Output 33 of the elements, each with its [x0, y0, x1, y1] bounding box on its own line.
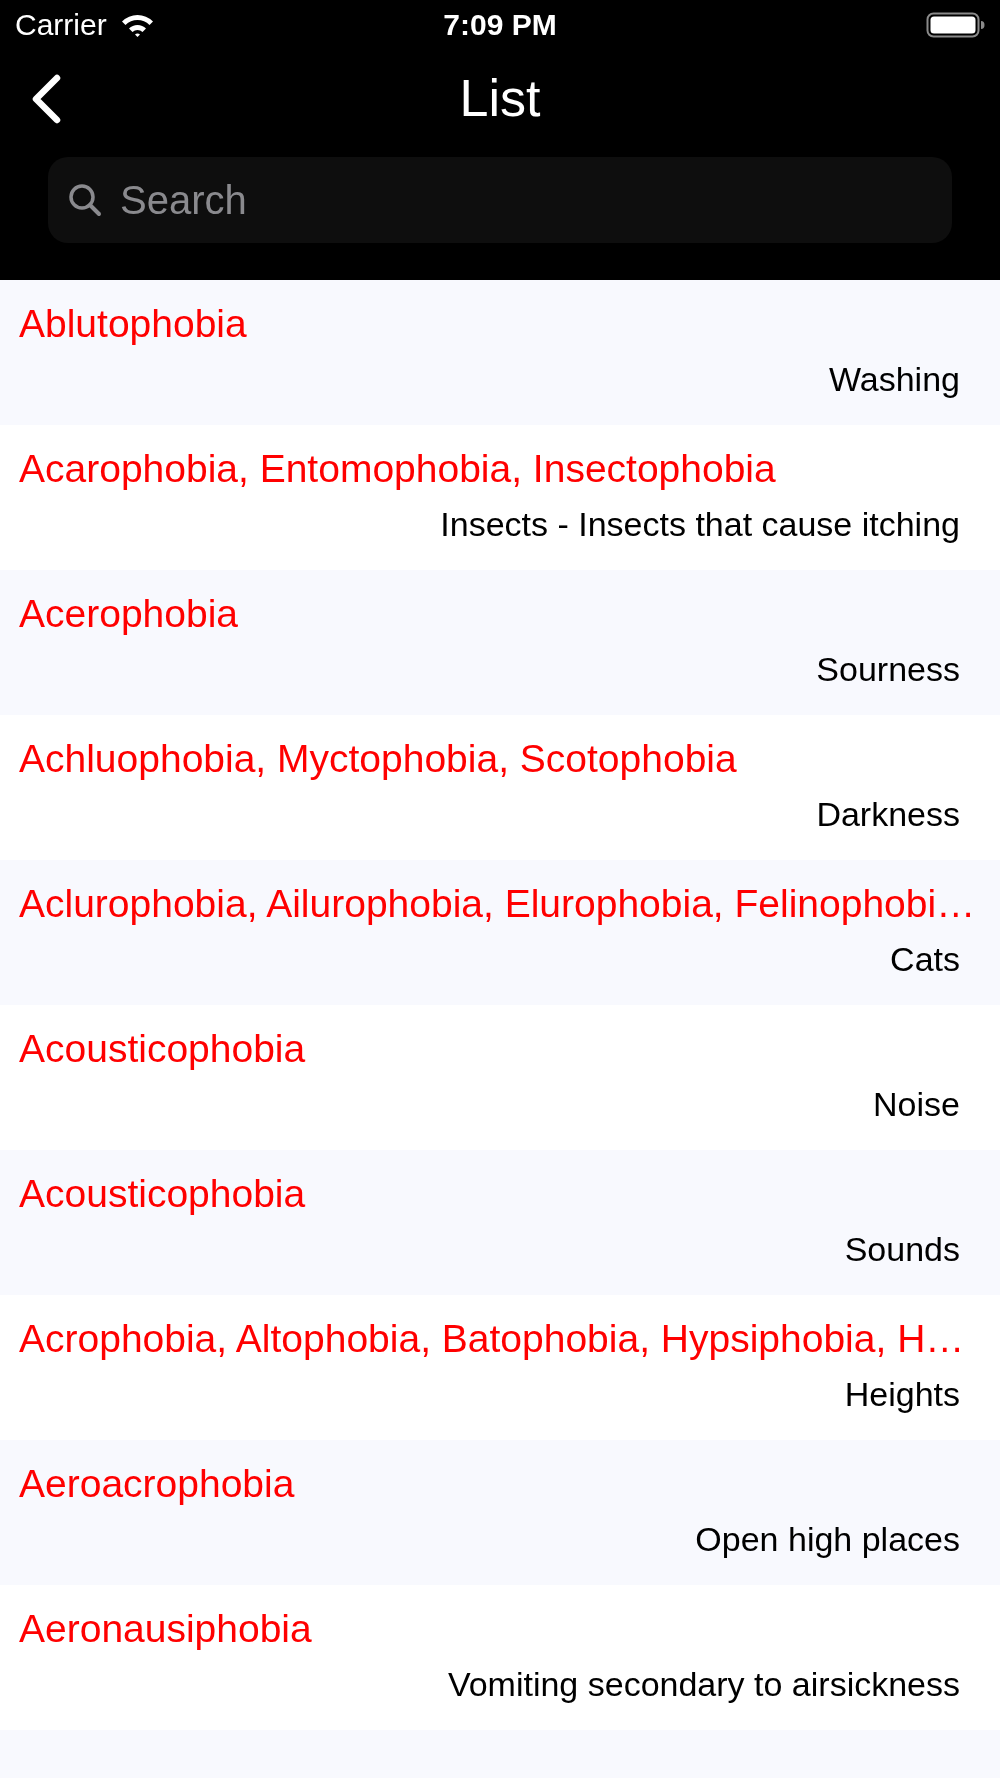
list-row[interactable]: Acerophobia Sourness — [0, 570, 1000, 715]
phobia-name: Acousticophobia — [19, 1171, 306, 1217]
search-field[interactable]: Search — [48, 157, 952, 243]
phobia-name: Ablutophobia — [19, 301, 247, 347]
phobia-meaning: Open high places — [695, 1519, 960, 1559]
phobia-meaning: Sourness — [816, 649, 960, 689]
list-row[interactable]: Ablutophobia Washing — [0, 280, 1000, 425]
phobia-meaning: Sounds — [844, 1229, 960, 1269]
phobia-name: Aclurophobia, Ailurophobia, Elurophobia, Felinophobi… — [19, 881, 976, 927]
list-row[interactable]: Acousticophobia Sounds — [0, 1150, 1000, 1295]
phobia-name: Achluophobia, Myctophobia, Scotophobia — [19, 736, 737, 782]
phobia-name: Acerophobia — [19, 591, 238, 637]
phobia-meaning: Heights — [844, 1374, 960, 1414]
wifi-icon — [120, 13, 154, 37]
list-row[interactable]: Aclurophobia, Ailurophobia, Elurophobia, Felinophobi… Cats — [0, 860, 1000, 1005]
phobia-name: Acousticophobia — [19, 1026, 306, 1072]
battery-icon — [926, 12, 985, 38]
nav-title: List — [459, 67, 541, 128]
phobia-name: Acarophobia, Entomophobia, Insectophobia — [19, 446, 776, 492]
phobia-meaning: Washing — [828, 359, 960, 399]
phobia-name: Aeronausiphobia — [19, 1606, 312, 1652]
carrier-label: Carrier — [15, 7, 107, 43]
phobia-meaning: Vomiting secondary to airsickness — [447, 1664, 960, 1704]
phobia-name: Acrophobia, Altophobia, Batophobia, Hypsiphobia, H… — [19, 1316, 965, 1362]
status-time: 7:09 PM — [443, 7, 557, 43]
phobia-meaning: Insects - Insects that cause itching — [440, 504, 960, 544]
phobia-meaning: Darkness — [816, 794, 960, 834]
phobia-meaning: Cats — [890, 939, 960, 979]
search-icon — [68, 183, 102, 217]
phobia-name: Aeroacrophobia — [19, 1461, 295, 1507]
phobia-meaning: Noise — [873, 1084, 960, 1124]
list-row[interactable]: Aeroacrophobia Open high places — [0, 1440, 1000, 1585]
chevron-left-icon — [30, 74, 62, 124]
